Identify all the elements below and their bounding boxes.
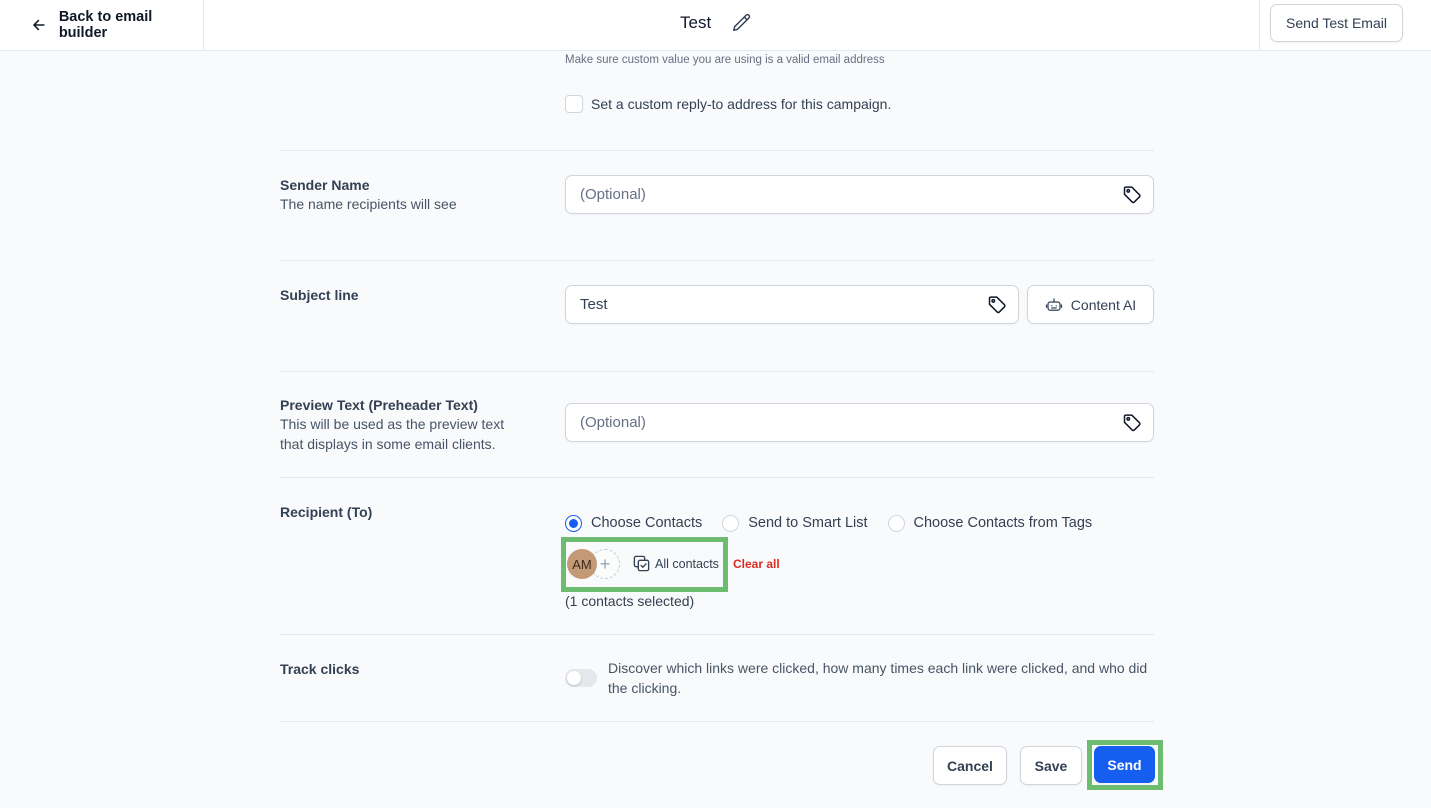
preview-text-input[interactable]: (Optional) [565,403,1154,442]
back-label: Back to email builder [58,9,153,41]
checkbox-box[interactable] [565,95,583,113]
section-divider [280,260,1154,261]
send-button[interactable]: Send [1094,746,1155,783]
all-contacts-button[interactable]: All contacts [632,554,719,573]
recipient-options: Choose Contacts Send to Smart List Choos… [565,514,1112,532]
radio-button[interactable] [887,515,905,532]
preview-text-description: This will be used as the preview text th… [280,416,505,452]
avatar[interactable]: AM [567,549,597,579]
section-divider [280,634,1154,635]
track-clicks-toggle[interactable] [565,669,597,687]
section-divider [280,721,1154,722]
header-divider [1259,0,1260,50]
track-clicks-description: Discover which links were clicked, how m… [608,660,1148,696]
sender-name-description: The name recipients will see [280,196,457,212]
robot-icon [1045,297,1062,311]
top-bar: Back to email builder Test Send Test Ema… [0,0,1431,51]
content-ai-label: Content AI [1070,296,1137,313]
arrow-left-icon [33,19,45,31]
title-area: Test [680,12,753,34]
send-test-email-button[interactable]: Send Test Email [1270,4,1403,42]
clear-all-link[interactable]: Clear all [733,557,780,571]
custom-reply-to-checkbox[interactable]: Set a custom reply-to address for this c… [565,95,891,113]
section-divider [280,371,1154,372]
radio-label: Choose Contacts from Tags [913,514,1093,531]
recipient-label: Recipient (To) [280,504,373,520]
checkbox-label: Set a custom reply-to address for this c… [591,96,892,112]
contacts-check-icon [633,555,650,572]
section-divider [280,477,1154,478]
page-title: Test [680,13,712,32]
contacts-selected-count: (1 contacts selected) [565,593,695,609]
subject-line-input[interactable]: Test [565,285,1019,324]
tag-icon[interactable] [987,295,1007,315]
subject-line-value: Test [580,296,608,313]
radio-send-to-smart-list[interactable]: Send to Smart List [722,514,868,532]
radio-choose-contacts-from-tags[interactable]: Choose Contacts from Tags [887,514,1093,532]
tag-icon[interactable] [1122,413,1142,433]
tag-icon[interactable] [1122,185,1142,205]
sender-name-placeholder: (Optional) [580,186,646,203]
reply-to-hint: Make sure custom value you are using is … [565,54,885,66]
track-clicks-label: Track clicks [280,661,360,677]
sender-name-input[interactable]: (Optional) [565,175,1154,214]
pencil-icon[interactable] [731,12,753,34]
radio-button[interactable] [722,515,740,532]
section-divider [280,150,1154,151]
all-contacts-label: All contacts [655,556,719,571]
preview-text-label: Preview Text (Preheader Text) [280,397,478,413]
radio-label: Choose Contacts [591,514,703,531]
preview-text-placeholder: (Optional) [580,414,646,431]
radio-choose-contacts[interactable]: Choose Contacts [565,514,703,532]
save-button[interactable]: Save [1020,746,1082,785]
cancel-button[interactable]: Cancel [933,746,1007,785]
radio-label: Send to Smart List [748,514,868,531]
content-ai-button[interactable]: Content AI [1027,285,1154,324]
back-to-email-builder-link[interactable]: Back to email builder [0,0,204,50]
radio-button-selected[interactable] [565,515,582,532]
subject-line-label: Subject line [280,287,359,303]
sender-name-label: Sender Name [280,177,370,193]
